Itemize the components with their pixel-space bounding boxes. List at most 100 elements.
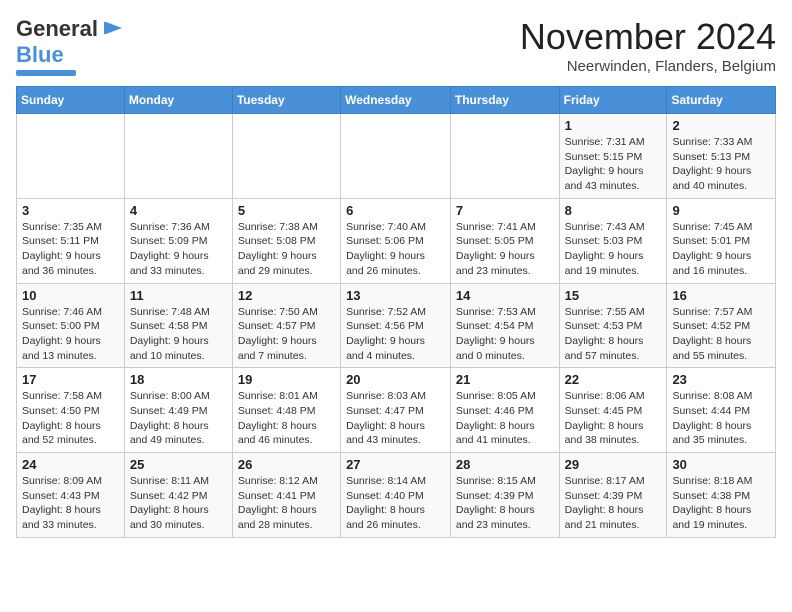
day-number: 23 [672,372,770,387]
day-info: Sunrise: 7:40 AM Sunset: 5:06 PM Dayligh… [346,220,445,279]
calendar-cell: 22Sunrise: 8:06 AM Sunset: 4:45 PM Dayli… [559,368,667,453]
day-number: 28 [456,457,554,472]
day-number: 16 [672,288,770,303]
day-number: 11 [130,288,227,303]
day-number: 15 [565,288,662,303]
calendar-cell [450,114,559,199]
day-info: Sunrise: 8:11 AM Sunset: 4:42 PM Dayligh… [130,474,227,533]
calendar-cell: 30 Sunrise: 8:18 AM Sunset: 4:38 PM Dayli… [667,453,776,538]
weekday-header-saturday: Saturday [667,87,776,114]
calendar-cell: 29Sunrise: 8:17 AM Sunset: 4:39 PM Dayli… [559,453,667,538]
day-number: 21 [456,372,554,387]
day-number: 12 [238,288,335,303]
day-info: Sunrise: 7:43 AM Sunset: 5:03 PM Dayligh… [565,220,662,279]
logo-flag-icon [102,20,124,38]
day-number: 13 [346,288,445,303]
weekday-header-thursday: Thursday [450,87,559,114]
calendar-cell: 12 Sunrise: 7:50 AM Sunset: 4:57 PM Dayli… [232,283,340,368]
day-number: 25 [130,457,227,472]
logo: General Blue [16,16,124,76]
calendar-header-row: SundayMondayTuesdayWednesdayThursdayFrid… [17,87,776,114]
day-info: Sunrise: 7:50 AM Sunset: 4:57 PM Dayligh… [238,305,335,364]
calendar-cell [17,114,125,199]
day-info: Sunrise: 8:05 AM Sunset: 4:46 PM Dayligh… [456,389,554,448]
day-number: 20 [346,372,445,387]
calendar-cell: 14 Sunrise: 7:53 AM Sunset: 4:54 PM Dayli… [450,283,559,368]
day-info: Sunrise: 8:15 AM Sunset: 4:39 PM Dayligh… [456,474,554,533]
day-number: 17 [22,372,119,387]
calendar-cell: 15 Sunrise: 7:55 AM Sunset: 4:53 PM Dayli… [559,283,667,368]
weekday-header-wednesday: Wednesday [341,87,451,114]
page-header: General Blue November 2024 Neerwinden, F… [16,16,776,76]
calendar-cell: 24Sunrise: 8:09 AM Sunset: 4:43 PM Dayli… [17,453,125,538]
day-info: Sunrise: 8:06 AM Sunset: 4:45 PM Dayligh… [565,389,662,448]
day-info: Sunrise: 8:12 AM Sunset: 4:41 PM Dayligh… [238,474,335,533]
calendar-cell: 19 Sunrise: 8:01 AM Sunset: 4:48 PM Dayli… [232,368,340,453]
day-info: Sunrise: 7:31 AM Sunset: 5:15 PM Dayligh… [565,135,662,194]
title-area: November 2024 Neerwinden, Flanders, Belg… [520,16,776,75]
day-info: Sunrise: 7:36 AM Sunset: 5:09 PM Dayligh… [130,220,227,279]
day-info: Sunrise: 8:14 AM Sunset: 4:40 PM Dayligh… [346,474,445,533]
day-info: Sunrise: 7:53 AM Sunset: 4:54 PM Dayligh… [456,305,554,364]
day-info: Sunrise: 7:46 AM Sunset: 5:00 PM Dayligh… [22,305,119,364]
calendar-cell: 17 Sunrise: 7:58 AM Sunset: 4:50 PM Dayli… [17,368,125,453]
day-number: 9 [672,203,770,218]
calendar-cell: 3 Sunrise: 7:35 AM Sunset: 5:11 PM Daylig… [17,198,125,283]
day-number: 2 [672,118,770,133]
calendar-cell: 16Sunrise: 7:57 AM Sunset: 4:52 PM Dayli… [667,283,776,368]
calendar-cell: 4 Sunrise: 7:36 AM Sunset: 5:09 PM Daylig… [124,198,232,283]
day-info: Sunrise: 7:55 AM Sunset: 4:53 PM Dayligh… [565,305,662,364]
calendar-cell: 23 Sunrise: 8:08 AM Sunset: 4:44 PM Dayli… [667,368,776,453]
calendar-cell [232,114,340,199]
calendar-week-4: 17 Sunrise: 7:58 AM Sunset: 4:50 PM Dayli… [17,368,776,453]
day-info: Sunrise: 8:01 AM Sunset: 4:48 PM Dayligh… [238,389,335,448]
day-info: Sunrise: 7:58 AM Sunset: 4:50 PM Dayligh… [22,389,119,448]
day-info: Sunrise: 8:03 AM Sunset: 4:47 PM Dayligh… [346,389,445,448]
calendar-cell: 11 Sunrise: 7:48 AM Sunset: 4:58 PM Dayli… [124,283,232,368]
day-info: Sunrise: 8:17 AM Sunset: 4:39 PM Dayligh… [565,474,662,533]
calendar-cell: 8Sunrise: 7:43 AM Sunset: 5:03 PM Daylig… [559,198,667,283]
day-info: Sunrise: 8:08 AM Sunset: 4:44 PM Dayligh… [672,389,770,448]
day-number: 14 [456,288,554,303]
day-number: 5 [238,203,335,218]
calendar-cell: 13 Sunrise: 7:52 AM Sunset: 4:56 PM Dayli… [341,283,451,368]
calendar-cell: 5 Sunrise: 7:38 AM Sunset: 5:08 PM Daylig… [232,198,340,283]
day-number: 4 [130,203,227,218]
logo-general-text: General [16,16,98,42]
day-info: Sunrise: 7:48 AM Sunset: 4:58 PM Dayligh… [130,305,227,364]
calendar-cell: 26 Sunrise: 8:12 AM Sunset: 4:41 PM Dayli… [232,453,340,538]
day-number: 10 [22,288,119,303]
calendar-cell: 1 Sunrise: 7:31 AM Sunset: 5:15 PM Daylig… [559,114,667,199]
calendar-week-3: 10 Sunrise: 7:46 AM Sunset: 5:00 PM Dayli… [17,283,776,368]
logo-underline [16,70,76,76]
calendar-cell: 28 Sunrise: 8:15 AM Sunset: 4:39 PM Dayli… [450,453,559,538]
day-info: Sunrise: 7:35 AM Sunset: 5:11 PM Dayligh… [22,220,119,279]
day-info: Sunrise: 8:18 AM Sunset: 4:38 PM Dayligh… [672,474,770,533]
calendar-cell: 25 Sunrise: 8:11 AM Sunset: 4:42 PM Dayli… [124,453,232,538]
day-info: Sunrise: 8:09 AM Sunset: 4:43 PM Dayligh… [22,474,119,533]
calendar-cell: 21 Sunrise: 8:05 AM Sunset: 4:46 PM Dayli… [450,368,559,453]
day-info: Sunrise: 7:38 AM Sunset: 5:08 PM Dayligh… [238,220,335,279]
calendar-cell: 20 Sunrise: 8:03 AM Sunset: 4:47 PM Dayli… [341,368,451,453]
calendar-cell: 2 Sunrise: 7:33 AM Sunset: 5:13 PM Daylig… [667,114,776,199]
calendar-cell: 18Sunrise: 8:00 AM Sunset: 4:49 PM Dayli… [124,368,232,453]
calendar-cell [124,114,232,199]
calendar-cell: 6 Sunrise: 7:40 AM Sunset: 5:06 PM Daylig… [341,198,451,283]
calendar-cell: 7Sunrise: 7:41 AM Sunset: 5:05 PM Daylig… [450,198,559,283]
day-number: 19 [238,372,335,387]
day-number: 26 [238,457,335,472]
day-number: 1 [565,118,662,133]
day-info: Sunrise: 7:45 AM Sunset: 5:01 PM Dayligh… [672,220,770,279]
calendar-cell: 27Sunrise: 8:14 AM Sunset: 4:40 PM Dayli… [341,453,451,538]
day-number: 18 [130,372,227,387]
day-number: 30 [672,457,770,472]
day-number: 6 [346,203,445,218]
day-info: Sunrise: 7:33 AM Sunset: 5:13 PM Dayligh… [672,135,770,194]
day-info: Sunrise: 7:52 AM Sunset: 4:56 PM Dayligh… [346,305,445,364]
logo-blue-text: Blue [16,42,64,68]
day-number: 3 [22,203,119,218]
day-number: 7 [456,203,554,218]
weekday-header-friday: Friday [559,87,667,114]
calendar-week-2: 3 Sunrise: 7:35 AM Sunset: 5:11 PM Daylig… [17,198,776,283]
calendar-table: SundayMondayTuesdayWednesdayThursdayFrid… [16,86,776,538]
